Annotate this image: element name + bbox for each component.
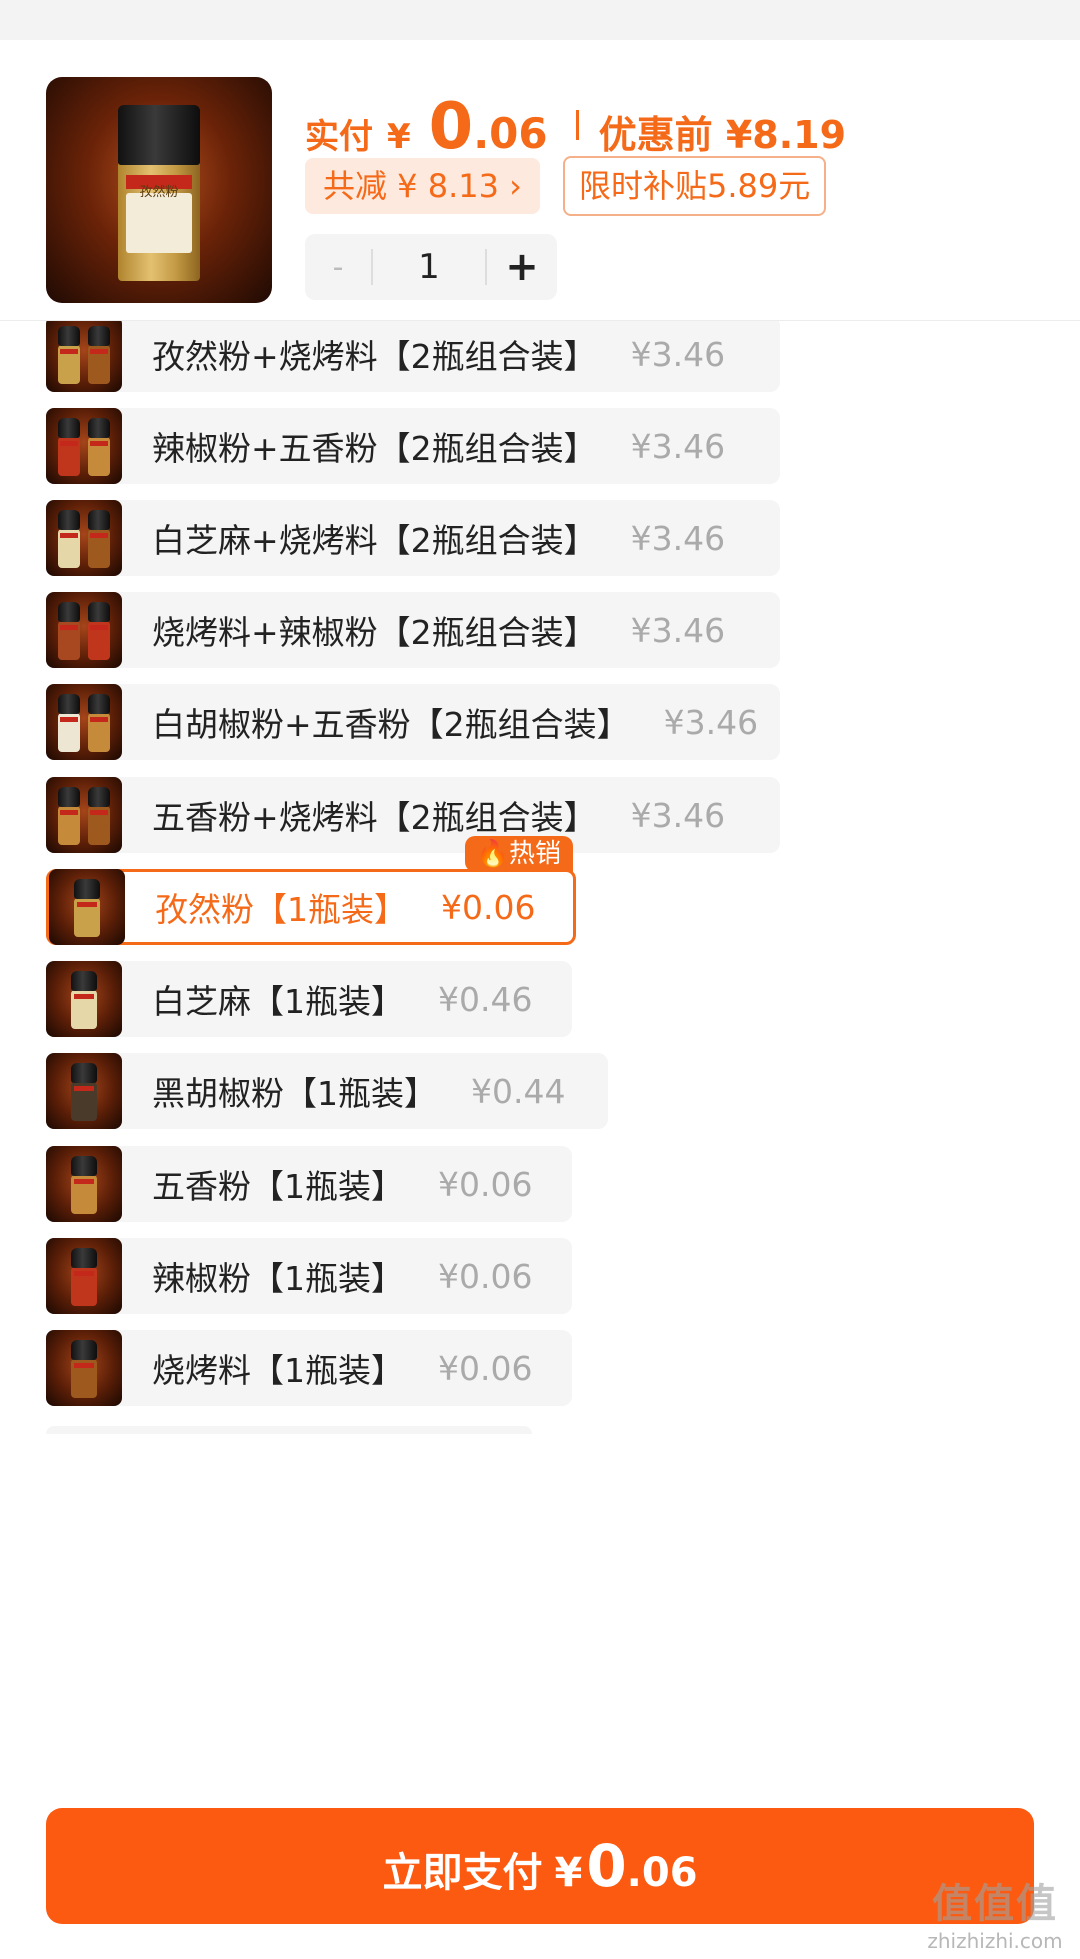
bottle-graphic: [88, 326, 110, 384]
decrease-button[interactable]: -: [305, 250, 371, 285]
hot-sale-badge: 🔥热销: [464, 836, 573, 872]
sku-option[interactable]: 五香粉【1瓶装】 ¥0.06: [46, 1146, 572, 1222]
sku-option[interactable]: 黑胡椒粉【1瓶装】 ¥0.44: [46, 1053, 608, 1129]
bottle-graphic: [71, 971, 97, 1029]
sku-option[interactable]: 烧烤料+辣椒粉【2瓶组合装】 ¥3.46: [46, 592, 780, 668]
divider: [575, 110, 579, 140]
sku-option[interactable]: 白芝麻【1瓶装】 ¥0.46: [46, 961, 572, 1037]
total-saving-badge[interactable]: 共减 ¥ 8.13 ›: [305, 158, 540, 214]
sku-price: ¥3.46: [630, 518, 726, 558]
pay-currency: ¥: [554, 1850, 583, 1896]
bottle-graphic: [71, 1248, 97, 1306]
sku-header: 孜然粉 实付 ¥ 0 .06 优惠前 ¥8.19 共减 ¥ 8.13 › 限时补…: [0, 40, 1080, 321]
price-summary: 实付 ¥ 0 .06 优惠前 ¥8.19: [305, 90, 847, 164]
bottle-graphic: [74, 879, 100, 937]
bottle-graphic: [88, 694, 110, 752]
sku-option[interactable]: 五香粉+烧烤料【2瓶组合装】 ¥3.46: [46, 777, 780, 853]
sku-thumbnail: [46, 777, 122, 853]
pay-label: 立即支付: [382, 1850, 543, 1896]
watermark-logo: 值值值: [932, 1881, 1058, 1927]
bottle-graphic: [58, 787, 80, 845]
sku-thumbnail: [46, 408, 122, 484]
bottle-graphic: [58, 418, 80, 476]
pay-price-integer: 0: [586, 1832, 627, 1900]
price-integer: 0: [428, 90, 474, 164]
bottle-graphic: [88, 602, 110, 660]
original-price: 优惠前 ¥8.19: [598, 113, 847, 157]
currency-symbol: ¥: [387, 117, 411, 157]
price-decimal: .06: [473, 109, 548, 158]
sku-name: 烧烤料+辣椒粉【2瓶组合装】: [152, 613, 597, 652]
status-strip: [0, 0, 1080, 40]
sku-price: ¥3.46: [663, 702, 759, 742]
bottle-graphic: [71, 1340, 97, 1398]
sku-thumbnail: [46, 500, 122, 576]
product-label-text: 孜然粉: [139, 184, 179, 200]
sku-thumbnail: [46, 1146, 122, 1222]
sku-price: ¥0.06: [441, 887, 536, 927]
sku-option[interactable]: 孜然粉+烧烤料【2瓶组合装】 ¥3.46: [46, 316, 780, 392]
watermark-site: zhizhizhi.com: [927, 1929, 1063, 1953]
bottle-graphic: [88, 510, 110, 568]
sku-thumbnail: [46, 1053, 122, 1129]
bottle-graphic: [58, 694, 80, 752]
sku-price: ¥0.06: [438, 1164, 533, 1204]
pay-price-decimal: .06: [626, 1850, 698, 1896]
watermark: 值值值 zhizhizhi.com: [920, 1871, 1070, 1953]
bottle-graphic: [58, 326, 80, 384]
sku-name: 烧烤料【1瓶装】: [152, 1351, 404, 1390]
sku-name: 白芝麻+烧烤料【2瓶组合装】: [152, 521, 597, 560]
quantity-stepper: - 1 +: [305, 234, 557, 300]
sku-thumbnail: [46, 316, 122, 392]
sku-thumbnail: [46, 961, 122, 1037]
actual-pay-label: 实付: [305, 117, 373, 157]
sku-name: 白胡椒粉+五香粉【2瓶组合装】: [152, 705, 630, 744]
sku-price: ¥0.06: [438, 1256, 533, 1296]
sku-option[interactable]: 烧烤料【1瓶装】 ¥0.06: [46, 1330, 572, 1406]
sku-thumbnail: [46, 1330, 122, 1406]
sku-name: 孜然粉+烧烤料【2瓶组合装】: [152, 337, 597, 376]
sku-price: ¥0.46: [438, 979, 533, 1019]
sku-name: 辣椒粉【1瓶装】: [152, 1259, 404, 1298]
sku-price: ¥0.44: [471, 1071, 566, 1111]
sku-list: 五香粉+孜然粉【2瓶组合装】¥3.46孜然粉+烧烤料【2瓶组合装】¥3.46辣椒…: [0, 250, 1080, 1790]
sku-option[interactable]: 辣椒粉+五香粉【2瓶组合装】 ¥3.46: [46, 408, 780, 484]
product-image: 孜然粉: [46, 77, 272, 303]
sku-option[interactable]: 辣椒粉【1瓶装】 ¥0.06: [46, 1238, 572, 1314]
sku-option-partial: [46, 1426, 532, 1434]
sku-thumbnail: [46, 592, 122, 668]
quantity-value[interactable]: 1: [373, 247, 485, 287]
sku-thumbnail: [46, 684, 122, 760]
sku-thumbnail: [49, 869, 125, 945]
sku-option[interactable]: 孜然粉【1瓶装】 ¥0.06 🔥热销: [46, 836, 576, 945]
increase-button[interactable]: +: [487, 244, 557, 290]
sku-name: 孜然粉【1瓶装】: [155, 890, 407, 929]
subsidy-badge: 限时补贴5.89元: [563, 156, 827, 216]
sku-name: 黑胡椒粉【1瓶装】: [152, 1074, 437, 1113]
sku-option[interactable]: 白胡椒粉+五香粉【2瓶组合装】 ¥3.46: [46, 684, 780, 760]
pay-now-button[interactable]: 立即支付 ¥ 0 .06: [46, 1808, 1034, 1924]
sku-price: ¥3.46: [630, 610, 726, 650]
bottle-graphic: [71, 1156, 97, 1214]
bottle-graphic: [88, 418, 110, 476]
bottle-graphic: [71, 1063, 97, 1121]
bottle-graphic: 孜然粉: [118, 105, 200, 281]
sku-name: 辣椒粉+五香粉【2瓶组合装】: [152, 429, 597, 468]
bottle-graphic: [88, 787, 110, 845]
bottle-graphic: [58, 602, 80, 660]
sku-name: 五香粉+烧烤料【2瓶组合装】: [152, 798, 597, 837]
sku-name: 白芝麻【1瓶装】: [152, 982, 404, 1021]
bottle-graphic: [58, 510, 80, 568]
sku-price: ¥3.46: [630, 795, 726, 835]
sku-option[interactable]: 白芝麻+烧烤料【2瓶组合装】 ¥3.46: [46, 500, 780, 576]
sku-price: ¥0.06: [438, 1348, 533, 1388]
sku-name: 五香粉【1瓶装】: [152, 1167, 404, 1206]
sku-thumbnail: [46, 1238, 122, 1314]
sku-price: ¥3.46: [630, 426, 726, 466]
sku-price: ¥3.46: [630, 334, 726, 374]
